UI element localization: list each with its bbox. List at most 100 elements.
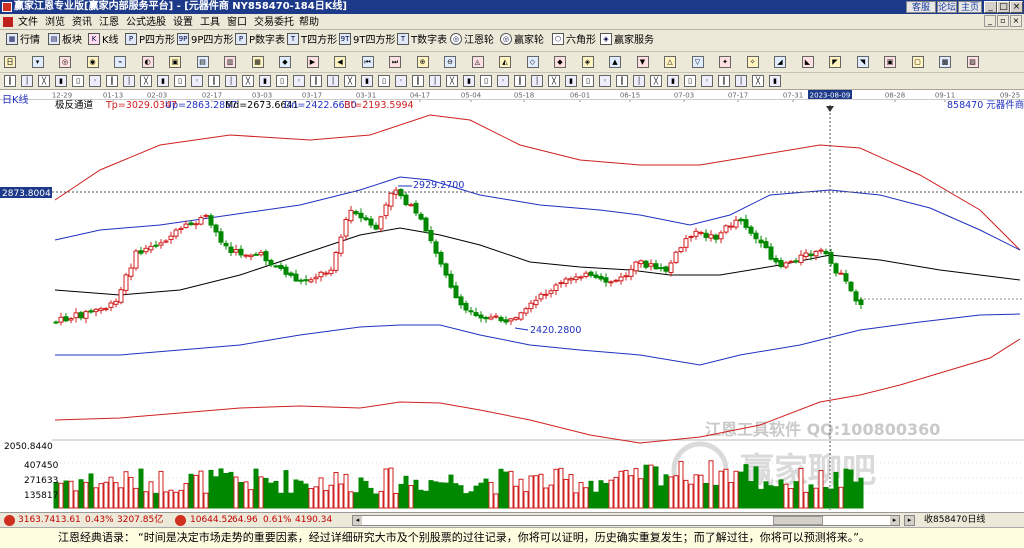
chart-tool-icon[interactable]: ▮ — [361, 75, 373, 87]
chart-tool-icon[interactable]: ┃ — [4, 75, 16, 87]
menu-file[interactable]: 文件 — [18, 16, 38, 29]
chart-tool-icon[interactable]: ▯ — [582, 75, 594, 87]
drawing-tool-icon[interactable]: ◆ — [279, 56, 291, 68]
tool-winner-service[interactable]: ◈ 赢家服务 — [600, 33, 654, 49]
chart-tool-icon[interactable]: ╳ — [344, 75, 356, 87]
chart-tool-icon[interactable]: ┃ — [514, 75, 526, 87]
chart-tool-icon[interactable]: ┃ — [718, 75, 730, 87]
chart-tool-icon[interactable]: │ — [21, 75, 33, 87]
chart-tool-icon[interactable]: ◦ — [191, 75, 203, 87]
menu-browse[interactable]: 浏览 — [45, 16, 65, 29]
drawing-tool-icon[interactable]: ◭ — [499, 56, 511, 68]
drawing-tool-icon[interactable]: ▽ — [691, 56, 704, 68]
tool-hexagon[interactable]: ⬡ 六角形 — [552, 33, 596, 49]
tool-t-square[interactable]: T T四方形 — [287, 33, 337, 49]
drawing-tool-icon[interactable]: ⊖ — [444, 56, 456, 68]
drawing-tool-icon[interactable]: ◤ — [829, 56, 841, 68]
drawing-tool-icon[interactable]: ▤ — [196, 56, 209, 68]
chart-tool-icon[interactable]: │ — [531, 75, 543, 87]
chart-tool-icon[interactable]: ▮ — [769, 75, 781, 87]
chart-tool-icon[interactable]: ▮ — [259, 75, 271, 87]
chart-tool-icon[interactable]: ┃ — [106, 75, 118, 87]
drawing-tool-icon[interactable]: ◣ — [801, 56, 814, 68]
tool-p-square[interactable]: P P四方形 — [125, 33, 175, 49]
drawing-tool-icon[interactable]: ◥ — [856, 56, 869, 68]
chart-tool-icon[interactable]: │ — [225, 75, 237, 87]
child-close-button[interactable]: × — [1010, 15, 1022, 27]
chart-tool-icon[interactable]: ▯ — [174, 75, 186, 87]
drawing-tool-icon[interactable]: ◇ — [526, 56, 539, 68]
chart-tool-icon[interactable]: ╳ — [446, 75, 458, 87]
chart-tool-icon[interactable]: ◦ — [497, 75, 509, 87]
chart-tool-icon[interactable]: ◦ — [293, 75, 305, 87]
drawing-tool-icon[interactable]: ▥ — [224, 56, 236, 68]
drawing-tool-icon[interactable]: 日 — [4, 56, 16, 68]
chart-tool-icon[interactable]: │ — [735, 75, 747, 87]
scroll-end-button[interactable]: ▸ — [904, 515, 915, 526]
drawing-tool-icon[interactable]: ▶ — [306, 56, 319, 68]
drawing-tool-icon[interactable]: ◉ — [86, 56, 99, 68]
drawing-tool-icon[interactable]: △ — [664, 56, 676, 68]
child-minimize-button[interactable]: _ — [984, 15, 996, 27]
drawing-tool-icon[interactable]: ▣ — [169, 56, 181, 68]
drawing-tool-icon[interactable]: ▨ — [966, 56, 979, 68]
drawing-tool-icon[interactable]: ✦ — [719, 56, 731, 68]
menu-help[interactable]: 帮助 — [299, 16, 319, 29]
menu-formula-picker[interactable]: 公式选股 — [126, 16, 166, 29]
menu-news[interactable]: 资讯 — [72, 16, 92, 29]
chart-tool-icon[interactable]: ╳ — [752, 75, 764, 87]
chart-tool-icon[interactable]: ╳ — [548, 75, 560, 87]
chart-tool-icon[interactable]: ┃ — [208, 75, 220, 87]
maximize-button[interactable]: □ — [997, 1, 1010, 13]
drawing-tool-icon[interactable]: ⊕ — [416, 56, 429, 68]
menu-settings[interactable]: 设置 — [173, 16, 193, 29]
tool-winner-wheel[interactable]: ◎ 赢家轮 — [500, 33, 544, 49]
drawing-tool-icon[interactable]: ◀ — [334, 56, 346, 68]
drawing-tool-icon[interactable]: ◈ — [581, 56, 594, 68]
child-restore-button[interactable]: ▫ — [997, 15, 1009, 27]
drawing-tool-icon[interactable]: ▾ — [31, 56, 44, 68]
chart-tool-icon[interactable]: ▯ — [276, 75, 288, 87]
minimize-button[interactable]: _ — [984, 1, 997, 13]
chart-tool-icon[interactable]: ┃ — [310, 75, 322, 87]
drawing-tool-icon[interactable]: ▩ — [939, 56, 951, 68]
chart-tool-icon[interactable]: ▮ — [565, 75, 577, 87]
drawing-tool-icon[interactable]: ⏭ — [389, 56, 401, 68]
chart-tool-icon[interactable]: ◦ — [599, 75, 611, 87]
chart-tool-icon[interactable]: ◦ — [89, 75, 101, 87]
drawing-tool-icon[interactable]: ▢ — [911, 56, 924, 68]
chart-tool-icon[interactable]: ▮ — [463, 75, 475, 87]
chart-tool-icon[interactable]: ▯ — [378, 75, 390, 87]
drawing-tool-icon[interactable]: ◎ — [59, 56, 71, 68]
tool-9t-square[interactable]: 9T 9T四方形 — [339, 33, 395, 49]
tool-quote[interactable]: ▦ 行情 — [6, 33, 40, 49]
drawing-tool-icon[interactable]: ⏮ — [361, 56, 374, 68]
tool-t-numbers[interactable]: T T数字表 — [397, 33, 447, 49]
close-button[interactable]: × — [1010, 1, 1023, 13]
chart-tool-icon[interactable]: ╳ — [38, 75, 50, 87]
chart-tool-icon[interactable]: │ — [429, 75, 441, 87]
drawing-tool-icon[interactable]: ◐ — [141, 56, 154, 68]
chart-tool-icon[interactable]: ◦ — [701, 75, 713, 87]
drawing-tool-icon[interactable]: ▦ — [251, 56, 264, 68]
menu-gann[interactable]: 江恩 — [99, 16, 119, 29]
tool-9p-square[interactable]: 9P 9P四方形 — [177, 33, 233, 49]
chart-tool-icon[interactable]: ▮ — [667, 75, 679, 87]
menu-window[interactable]: 窗口 — [227, 16, 247, 29]
drawing-tool-icon[interactable]: ⌁ — [114, 56, 126, 68]
chart-tool-icon[interactable]: ╳ — [650, 75, 662, 87]
tool-gann-wheel[interactable]: ◎ 江恩轮 — [450, 33, 494, 49]
tool-kline[interactable]: K K线 — [88, 33, 119, 49]
tool-sector[interactable]: ▤ 板块 — [48, 33, 82, 49]
drawing-tool-icon[interactable]: ▲ — [609, 56, 621, 68]
chart-tool-icon[interactable]: ◦ — [395, 75, 407, 87]
chart-tool-icon[interactable]: ▯ — [480, 75, 492, 87]
kline-chart[interactable]: 12-29 01-13 02-03 02-17 03-03 03-17 03-31 04-17… — [0, 90, 1024, 512]
drawing-tool-icon[interactable]: ▣ — [884, 56, 896, 68]
chart-tool-icon[interactable]: ╳ — [140, 75, 152, 87]
chart-tool-icon[interactable]: ╳ — [242, 75, 254, 87]
drawing-tool-icon[interactable]: ▼ — [636, 56, 649, 68]
chart-tool-icon[interactable]: │ — [327, 75, 339, 87]
chart-tool-icon[interactable]: ▮ — [157, 75, 169, 87]
chart-tool-icon[interactable]: ▮ — [55, 75, 67, 87]
